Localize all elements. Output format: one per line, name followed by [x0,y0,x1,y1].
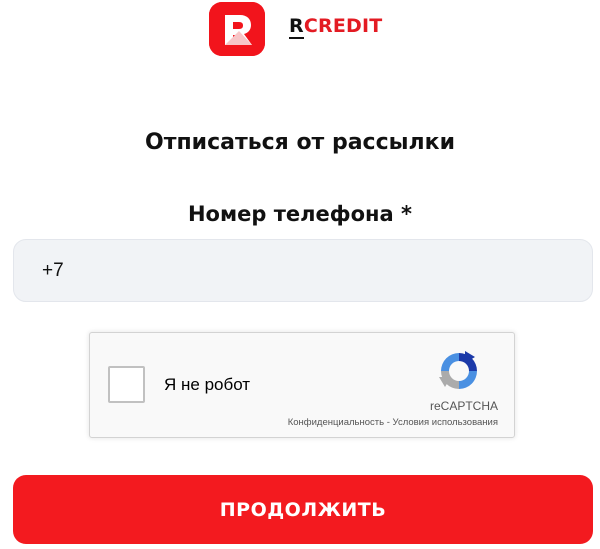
privacy-link[interactable]: Конфиденциальность [288,417,384,428]
logo-suffix: CREDIT [303,15,383,37]
recaptcha-links: Конфиденциальность - Условия использован… [288,417,498,429]
recaptcha-brand: reCAPTCHA [429,399,498,413]
recaptcha-widget: Я не робот reCAPTCHA Конфиденциальность … [89,332,515,438]
phone-input[interactable] [13,239,593,302]
recaptcha-label: Я не робот [164,375,251,394]
continue-button[interactable]: ПРОДОЛЖИТЬ [13,475,593,544]
page-title: Отписаться от рассылки [145,130,455,155]
terms-link[interactable]: Условия использования [393,417,498,428]
phone-label: Номер телефона * [187,202,413,226]
rcredit-logo-text[interactable]: RCREDIT [289,14,382,38]
recaptcha-logo-icon [435,347,483,395]
logo-prefix: R [289,15,304,37]
rcredit-logo-icon[interactable] [209,2,265,56]
header: RCREDIT [0,0,600,60]
links-separator: - [384,417,393,428]
recaptcha-checkbox[interactable] [108,366,145,403]
unsubscribe-page: RCREDIT Отписаться от рассылки Номер тел… [0,0,600,549]
